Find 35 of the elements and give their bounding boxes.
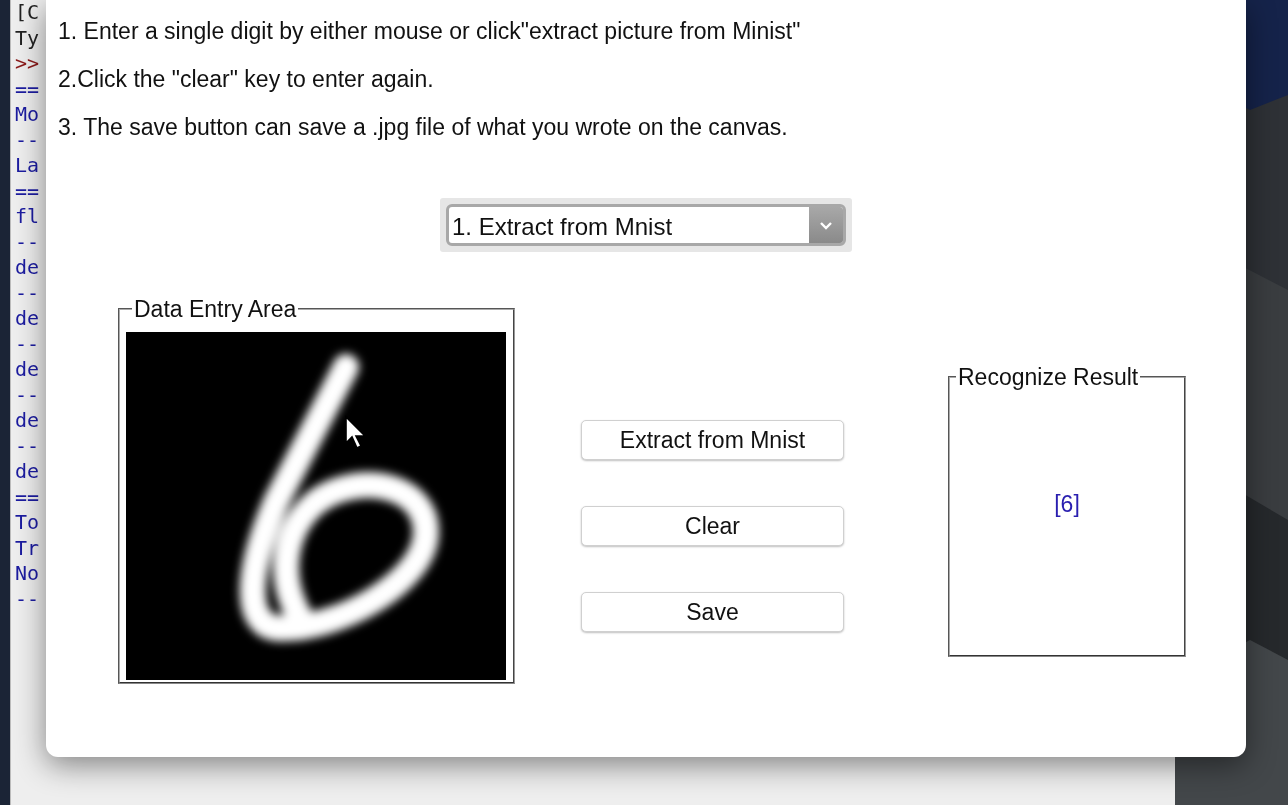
terminal-text: == <box>15 76 40 102</box>
terminal-text: de <box>15 306 40 332</box>
action-button[interactable]: Clear <box>581 506 844 546</box>
group-title: Data Entry Area <box>133 296 298 322</box>
terminal-text: Mo <box>15 102 40 128</box>
result-value: [6] <box>1054 490 1080 519</box>
terminal-text: -- <box>15 586 40 612</box>
chevron-down-icon <box>819 220 833 230</box>
terminal-text: -- <box>15 433 40 459</box>
action-button[interactable]: Save <box>581 592 844 632</box>
terminal-text: de <box>15 408 40 434</box>
terminal-text: -- <box>15 331 40 357</box>
terminal-text: [C <box>15 0 40 26</box>
terminal-text: La <box>15 153 40 179</box>
terminal-text: No <box>15 561 40 587</box>
group-title: Recognize Result <box>957 364 1140 390</box>
terminal-text: de <box>15 357 40 383</box>
mode-dropdown[interactable]: 1. Extract from Mnist <box>446 204 846 246</box>
terminal-text: To <box>15 510 40 536</box>
terminal-text: fl <box>15 204 40 230</box>
terminal-text: de <box>15 255 40 281</box>
terminal-text: Tr <box>15 535 40 561</box>
terminal-text: -- <box>15 127 40 153</box>
terminal-text: -- <box>15 229 40 255</box>
terminal-text: == <box>15 484 40 510</box>
terminal-text: -- <box>15 382 40 408</box>
instruction-text: 1. Enter a single digit by either mouse or click"extract picture from Minist" <box>58 17 801 46</box>
instruction-text: 3. The save button can save a .jpg file of what you wrote on the canvas. <box>58 113 788 142</box>
terminal-text: >> <box>15 51 40 77</box>
action-button[interactable]: Extract from Mnist <box>581 420 844 460</box>
instruction-text: 2.Click the "clear" key to enter again. <box>58 65 434 94</box>
terminal-text: == <box>15 178 40 204</box>
terminal-text: -- <box>15 280 40 306</box>
terminal-text: Ty <box>15 25 40 51</box>
terminal-text: de <box>15 459 40 485</box>
